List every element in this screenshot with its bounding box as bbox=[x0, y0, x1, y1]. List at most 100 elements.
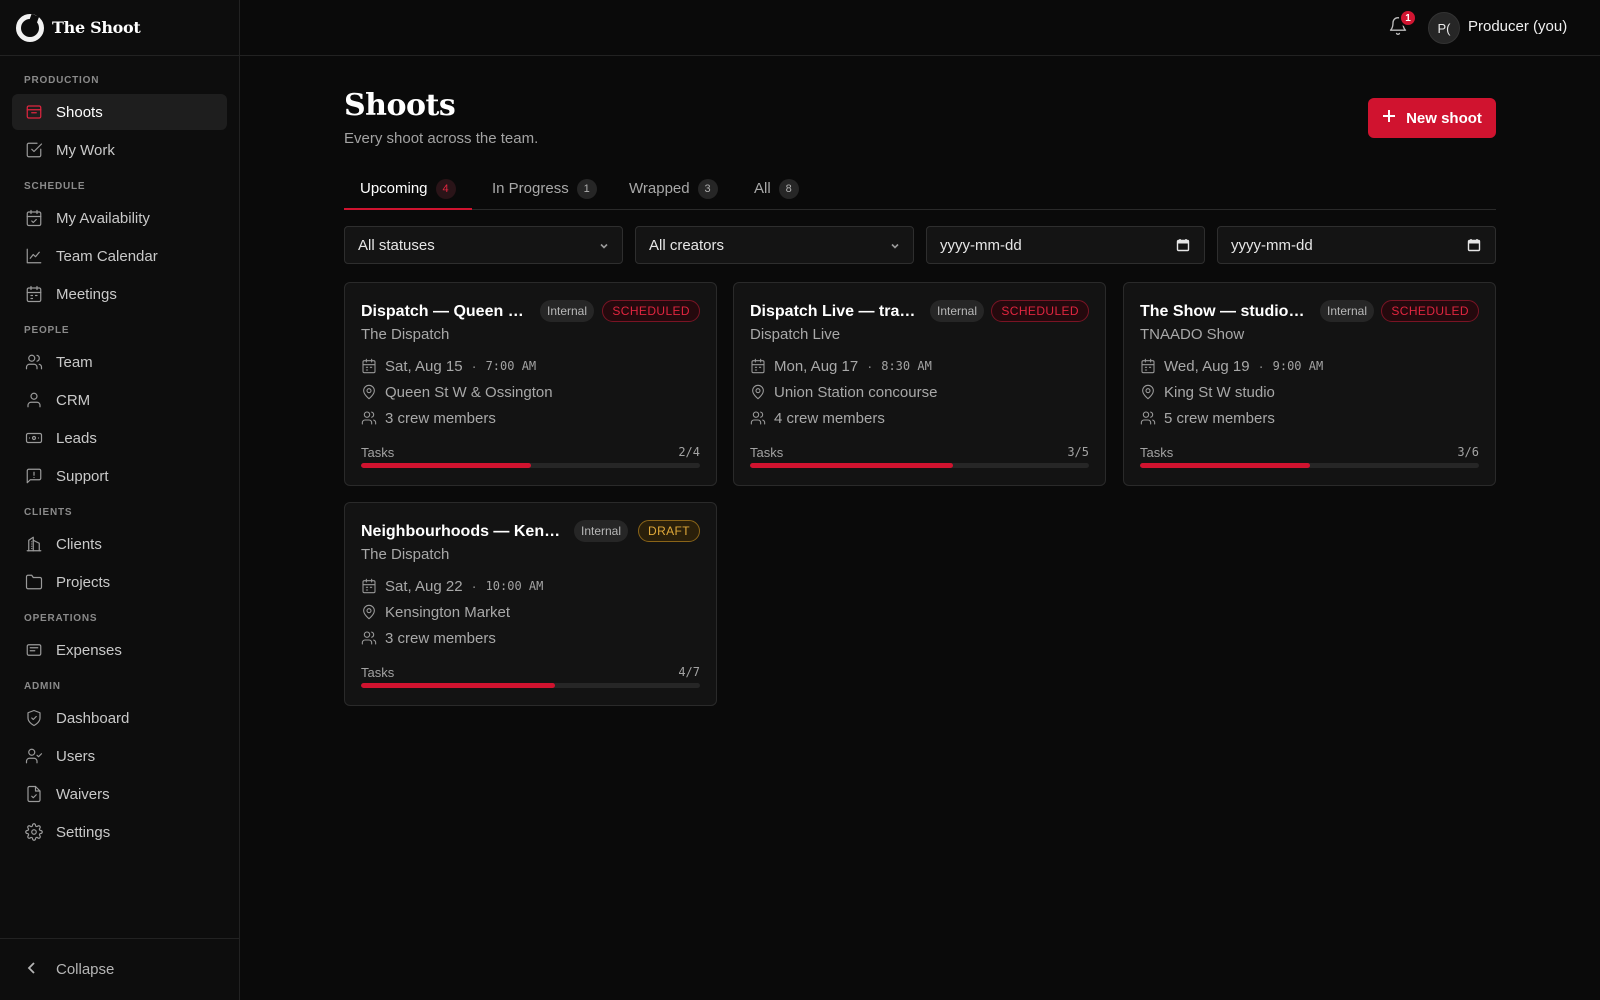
users-icon bbox=[1140, 410, 1156, 426]
tab-upcoming[interactable]: Upcoming 4 bbox=[344, 172, 472, 210]
sidebar-item-label: My Work bbox=[56, 141, 115, 159]
visibility-badge: Internal bbox=[574, 520, 629, 542]
status-badge: SCHEDULED bbox=[1381, 300, 1479, 322]
users-icon bbox=[361, 630, 377, 646]
sidebar-item-my-work[interactable]: My Work bbox=[12, 132, 227, 168]
shoot-location: Kensington Market bbox=[385, 603, 511, 621]
shoot-date-row: Sat, Aug 22 · 10:00 AM bbox=[361, 576, 543, 596]
notification-badge: 1 bbox=[1399, 9, 1417, 27]
separator-dot: · bbox=[1258, 357, 1264, 375]
sidebar-item-waivers[interactable]: Waivers bbox=[12, 776, 227, 812]
status-select-value: All statuses bbox=[358, 236, 435, 254]
sidebar-item-expenses[interactable]: Expenses bbox=[12, 632, 227, 668]
sidebar-item-label: Team bbox=[56, 353, 93, 371]
tab-in-progress[interactable]: In Progress 1 bbox=[492, 172, 597, 210]
checkbox-icon bbox=[24, 140, 44, 160]
status-select[interactable]: All statuses bbox=[344, 226, 623, 264]
shoot-date-row: Mon, Aug 17 · 8:30 AM bbox=[750, 356, 932, 376]
tasks-progress-fill bbox=[750, 463, 954, 468]
shoot-date: Wed, Aug 19 bbox=[1164, 357, 1250, 375]
sidebar-item-clients[interactable]: Clients bbox=[12, 526, 227, 562]
tab-all[interactable]: All 8 bbox=[754, 172, 799, 210]
creator-select-value: All creators bbox=[649, 236, 725, 254]
calendar-icon[interactable] bbox=[1176, 238, 1190, 252]
shoot-crew-row: 4 crew members bbox=[750, 408, 885, 428]
shoot-title: Dispatch — Queen … bbox=[361, 303, 524, 320]
shoot-location-row: Union Station concourse bbox=[750, 382, 937, 402]
tasks-progress-fill bbox=[1140, 463, 1310, 468]
tasks-progress-bar bbox=[1140, 463, 1479, 468]
sidebar-item-my-availability[interactable]: My Availability bbox=[12, 200, 227, 236]
tasks-count: 2/4 bbox=[678, 445, 700, 459]
sidebar-item-users[interactable]: Users bbox=[12, 738, 227, 774]
tasks-count: 3/5 bbox=[1067, 445, 1089, 459]
tasks-label: Tasks bbox=[750, 445, 784, 460]
calendar-icon bbox=[361, 578, 377, 594]
tasks-label: Tasks bbox=[1140, 445, 1174, 460]
shoot-date-row: Sat, Aug 15 · 7:00 AM bbox=[361, 356, 536, 376]
shoot-card[interactable]: Dispatch Live — tra… Internal SCHEDULED … bbox=[733, 282, 1106, 486]
shoot-time: 7:00 AM bbox=[485, 359, 537, 373]
shoot-crew: 3 crew members bbox=[385, 409, 496, 427]
brand[interactable]: The Shoot bbox=[0, 0, 239, 56]
collapse-button[interactable]: Collapse bbox=[0, 938, 239, 1000]
status-badge: SCHEDULED bbox=[602, 300, 700, 322]
tab-label: Upcoming bbox=[360, 180, 428, 197]
shoot-location: King St W studio bbox=[1164, 383, 1275, 401]
shoot-crew: 3 crew members bbox=[385, 629, 496, 647]
shoot-card[interactable]: Dispatch — Queen … Internal SCHEDULED Th… bbox=[344, 282, 717, 486]
shoot-location: Union Station concourse bbox=[774, 383, 938, 401]
chevron-left-icon bbox=[24, 960, 56, 980]
visibility-badge: Internal bbox=[1320, 300, 1375, 322]
sidebar-item-team-calendar[interactable]: Team Calendar bbox=[12, 238, 227, 274]
avatar[interactable]: P( bbox=[1428, 12, 1460, 44]
calendar-icon[interactable] bbox=[1467, 238, 1481, 252]
shoot-date-row: Wed, Aug 19 · 9:00 AM bbox=[1140, 356, 1323, 376]
shoot-client: Dispatch Live bbox=[750, 326, 841, 343]
sidebar: The Shoot PRODUCTION Shoots My Work SCHEDUL… bbox=[0, 0, 240, 1000]
creator-select[interactable]: All creators bbox=[635, 226, 914, 264]
pin-icon bbox=[750, 384, 766, 400]
sidebar-item-leads[interactable]: Leads bbox=[12, 420, 227, 456]
tasks-count: 3/6 bbox=[1457, 445, 1479, 459]
sidebar-section-label: PEOPLE bbox=[24, 325, 70, 336]
visibility-badge: Internal bbox=[930, 300, 985, 322]
sidebar-item-projects[interactable]: Projects bbox=[12, 564, 227, 600]
shoot-card[interactable]: Neighbourhoods — Ken… Internal DRAFT The… bbox=[344, 502, 717, 706]
sidebar-item-meetings[interactable]: Meetings bbox=[12, 276, 227, 312]
new-shoot-button[interactable]: New shoot bbox=[1368, 98, 1496, 138]
plus-icon bbox=[1382, 109, 1406, 127]
sidebar-item-settings[interactable]: Settings bbox=[12, 814, 227, 850]
sidebar-item-support[interactable]: Support bbox=[12, 458, 227, 494]
user-check-icon bbox=[24, 746, 44, 766]
sidebar-item-label: Dashboard bbox=[56, 709, 130, 727]
sidebar-item-label: Projects bbox=[56, 573, 111, 591]
tab-wrapped[interactable]: Wrapped 3 bbox=[629, 172, 718, 210]
calendar-icon bbox=[750, 358, 766, 374]
shoot-location-row: Kensington Market bbox=[361, 602, 510, 622]
shoot-location-row: King St W studio bbox=[1140, 382, 1275, 402]
folder-icon bbox=[24, 572, 44, 592]
sidebar-item-label: Users bbox=[56, 747, 96, 765]
date-to-input[interactable]: yyyy-mm-dd bbox=[1217, 226, 1496, 264]
sidebar-nav: PRODUCTION Shoots My Work SCHEDULE My Availa… bbox=[0, 56, 239, 850]
date-to-value: yyyy-mm-dd bbox=[1231, 236, 1313, 254]
sidebar-item-label: CRM bbox=[56, 391, 91, 409]
user-name[interactable]: Producer (you) bbox=[1468, 18, 1567, 35]
shoot-time: 8:30 AM bbox=[881, 359, 932, 373]
chevron-down-icon bbox=[889, 239, 901, 251]
page-title: Shoots bbox=[344, 88, 456, 123]
sidebar-item-label: Clients bbox=[56, 535, 102, 553]
sidebar-item-label: Shoots bbox=[56, 103, 103, 121]
sidebar-item-shoots[interactable]: Shoots bbox=[12, 94, 227, 130]
building-icon bbox=[24, 534, 44, 554]
date-from-input[interactable]: yyyy-mm-dd bbox=[926, 226, 1205, 264]
sidebar-item-team[interactable]: Team bbox=[12, 344, 227, 380]
shoot-card[interactable]: The Show — studio… Internal SCHEDULED TN… bbox=[1123, 282, 1496, 486]
tasks-progress-bar bbox=[361, 683, 700, 688]
shoot-time: 9:00 AM bbox=[1272, 359, 1324, 373]
file-check-icon bbox=[24, 784, 44, 804]
tasks-label: Tasks bbox=[361, 445, 395, 460]
sidebar-item-dashboard[interactable]: Dashboard bbox=[12, 700, 227, 736]
sidebar-item-crm[interactable]: CRM bbox=[12, 382, 227, 418]
